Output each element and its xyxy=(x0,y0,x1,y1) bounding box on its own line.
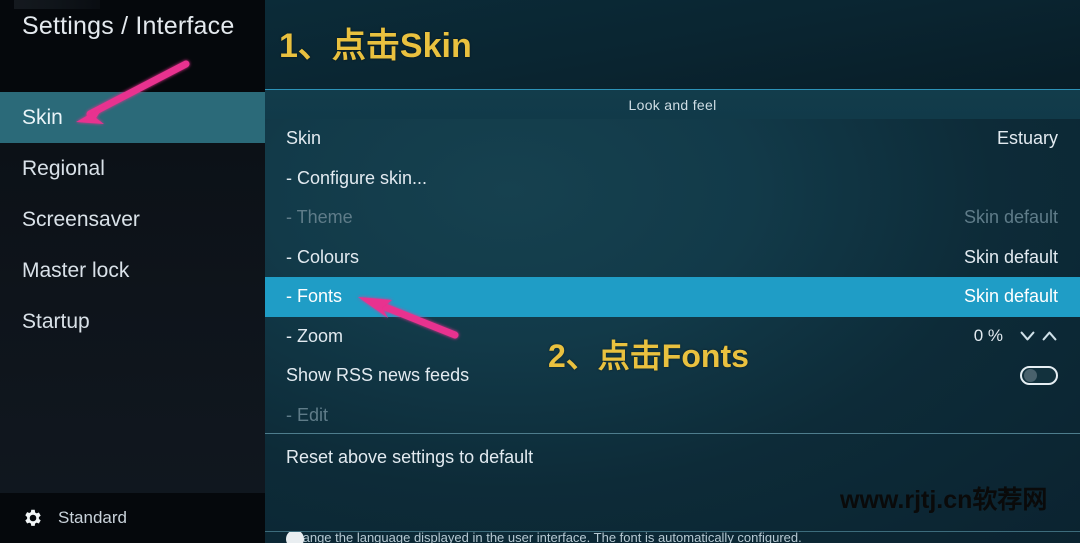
sidebar-header: Settings / Interface xyxy=(0,0,265,92)
sidebar-item-label: Skin xyxy=(22,105,63,129)
setting-row-fonts[interactable]: - Fonts Skin default xyxy=(265,277,1080,317)
setting-value: Skin default xyxy=(963,286,1058,307)
sidebar-item-screensaver[interactable]: Screensaver xyxy=(0,194,265,245)
setting-value: Skin default xyxy=(963,246,1058,267)
setting-label: - Configure skin... xyxy=(286,167,428,188)
rss-toggle-switch[interactable] xyxy=(1020,366,1058,386)
help-text-strip: Change the language displayed in the use… xyxy=(265,532,1080,543)
kodi-settings-window: Settings / Interface Skin Regional Scree… xyxy=(0,0,1080,543)
settings-list: Skin Estuary - Configure skin... - Theme… xyxy=(265,119,1080,435)
setting-label: - Zoom xyxy=(286,325,344,346)
annotation-banner: 1、点击Skin xyxy=(265,0,1080,89)
section-header: Look and feel xyxy=(265,89,1080,119)
zoom-value: 0 % xyxy=(973,326,1003,346)
chevron-up-icon[interactable] xyxy=(1041,329,1058,343)
setting-label: - Edit xyxy=(286,404,329,425)
sidebar-item-label: Startup xyxy=(22,309,90,333)
setting-row-skin[interactable]: Skin Estuary xyxy=(265,119,1080,159)
annotation-step-2: 2、点击Fonts xyxy=(548,338,749,374)
sidebar-item-label: Regional xyxy=(22,156,105,180)
setting-row-colours[interactable]: - Colours Skin default xyxy=(265,238,1080,278)
help-bullet-icon xyxy=(286,532,304,543)
chevron-down-icon[interactable] xyxy=(1019,329,1036,343)
main-panel: 1、点击Skin Look and feel Skin Estuary - Co… xyxy=(265,0,1080,543)
watermark: www.rjtj.cn软荐网 xyxy=(840,486,1048,514)
setting-label: Show RSS news feeds xyxy=(286,365,470,386)
section-header-label: Look and feel xyxy=(628,96,717,113)
setting-label: - Fonts xyxy=(286,286,343,307)
setting-value: Skin default xyxy=(963,207,1058,228)
settings-level-bar[interactable]: Standard xyxy=(0,493,265,543)
sidebar: Settings / Interface Skin Regional Scree… xyxy=(0,0,265,543)
sidebar-item-startup[interactable]: Startup xyxy=(0,296,265,347)
toggle-knob xyxy=(1024,369,1037,383)
setting-value: Estuary xyxy=(996,128,1058,149)
setting-row-edit: - Edit xyxy=(265,396,1080,436)
page-title: Settings / Interface xyxy=(22,12,235,40)
help-text: Change the language displayed in the use… xyxy=(286,532,802,543)
window-chrome-remnant xyxy=(14,0,100,9)
zoom-spinner[interactable]: 0 % xyxy=(974,326,1058,346)
annotation-step-1: 1、点击Skin xyxy=(279,27,472,65)
setting-row-reset-defaults[interactable]: Reset above settings to default xyxy=(265,438,1080,476)
sidebar-item-skin[interactable]: Skin xyxy=(0,92,265,143)
sidebar-item-master-lock[interactable]: Master lock xyxy=(0,245,265,296)
gear-icon xyxy=(22,507,44,529)
settings-level-label: Standard xyxy=(58,508,127,527)
setting-label: - Colours xyxy=(286,246,360,267)
setting-label: Reset above settings to default xyxy=(286,446,534,467)
sidebar-item-label: Screensaver xyxy=(22,207,140,231)
setting-row-configure-skin[interactable]: - Configure skin... xyxy=(265,159,1080,199)
setting-label: - Theme xyxy=(286,207,353,228)
setting-row-theme: - Theme Skin default xyxy=(265,198,1080,238)
list-divider xyxy=(265,433,1080,434)
sidebar-item-label: Master lock xyxy=(22,258,130,282)
spinner-arrows[interactable] xyxy=(1019,329,1058,343)
sidebar-item-regional[interactable]: Regional xyxy=(0,143,265,194)
setting-label: Skin xyxy=(286,128,322,149)
